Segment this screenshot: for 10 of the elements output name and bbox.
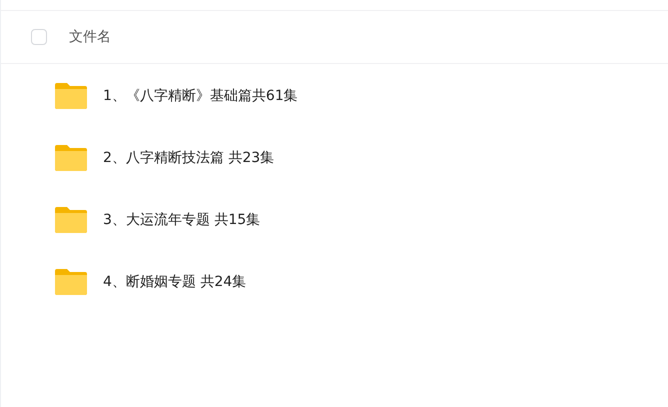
folder-icon [55, 207, 87, 233]
file-name[interactable]: 4、断婚姻专题 共24集 [103, 273, 246, 291]
folder-icon [55, 145, 87, 171]
folder-icon [55, 269, 87, 295]
file-name[interactable]: 1、《八字精断》基础篇共61集 [103, 87, 298, 105]
column-header: 文件名 [69, 28, 111, 46]
folder-icon [55, 83, 87, 109]
select-all-checkbox[interactable] [31, 29, 47, 45]
file-name[interactable]: 3、大运流年专题 共15集 [103, 211, 260, 229]
file-name[interactable]: 2、八字精断技法篇 共23集 [103, 149, 274, 167]
